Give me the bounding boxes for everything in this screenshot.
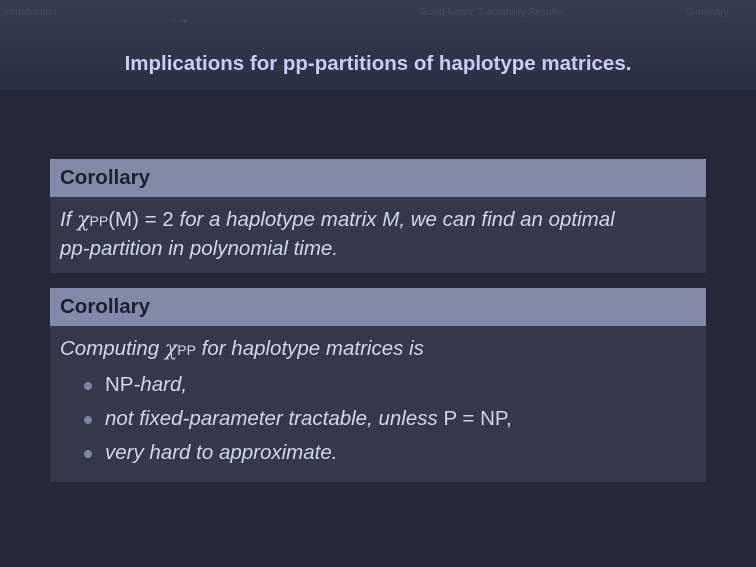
list-item: very hard to approximate.: [84, 436, 696, 470]
corollary-1-line2: pp-partition in polynomial time.: [60, 237, 339, 260]
corollary-2-intro-pre: Computing: [60, 337, 160, 360]
corollary-1-if: If: [60, 208, 72, 231]
nav-progress-dots[interactable]: ○○●: [172, 18, 188, 25]
list-item-text: very hard to approximate.: [105, 441, 338, 464]
list-item-text: not fixed-parameter tractable, unless: [105, 407, 438, 430]
corollary-2-list: NP-hard, not fixed-parameter tractable, …: [60, 368, 696, 470]
corollary-block-1: Corollary If χPP(M) = 2 for a haplotype …: [50, 159, 706, 273]
corollary-block-2: Corollary Computing χPP for haplotype ma…: [50, 288, 706, 482]
nav-section-good-news[interactable]: Good News: Tractability Results: [420, 7, 562, 18]
corollary-1-heading: Corollary: [50, 159, 706, 197]
nav-section-introduction[interactable]: Introduction: [4, 7, 56, 18]
chi-symbol: χ: [77, 207, 90, 231]
nav-section-summary[interactable]: Summary: [686, 7, 729, 18]
corollary-1-body: If χPP(M) = 2 for a haplotype matrix M, …: [50, 197, 706, 273]
p-equals-np: P = NP: [443, 407, 506, 430]
corollary-2-heading: Corollary: [50, 288, 706, 326]
frame-title: Implications for pp-partitions of haplot…: [124, 52, 632, 75]
list-item: NP-hard,: [84, 368, 696, 402]
chi-subscript: PP: [89, 213, 109, 229]
navigation-bar: Introduction Good News: Tractability Res…: [0, 0, 756, 30]
corollary-1-expression: (M) = 2: [108, 208, 174, 231]
corollary-1-line1: for a haplotype matrix M, we can find an…: [179, 208, 615, 231]
corollary-2-intro-post: for haplotype matrices is: [201, 337, 424, 360]
corollary-2-body: Computing χPP for haplotype matrices is …: [50, 326, 706, 482]
list-item-tail: ,: [505, 407, 512, 430]
np-term: NP: [105, 373, 134, 396]
frame-title-bar: Implications for pp-partitions of haplot…: [0, 30, 756, 90]
list-item: not fixed-parameter tractable, unless P …: [84, 402, 696, 436]
chi-subscript: PP: [177, 342, 196, 358]
list-item-text: -hard,: [133, 373, 188, 396]
chi-symbol: χ: [164, 336, 178, 360]
